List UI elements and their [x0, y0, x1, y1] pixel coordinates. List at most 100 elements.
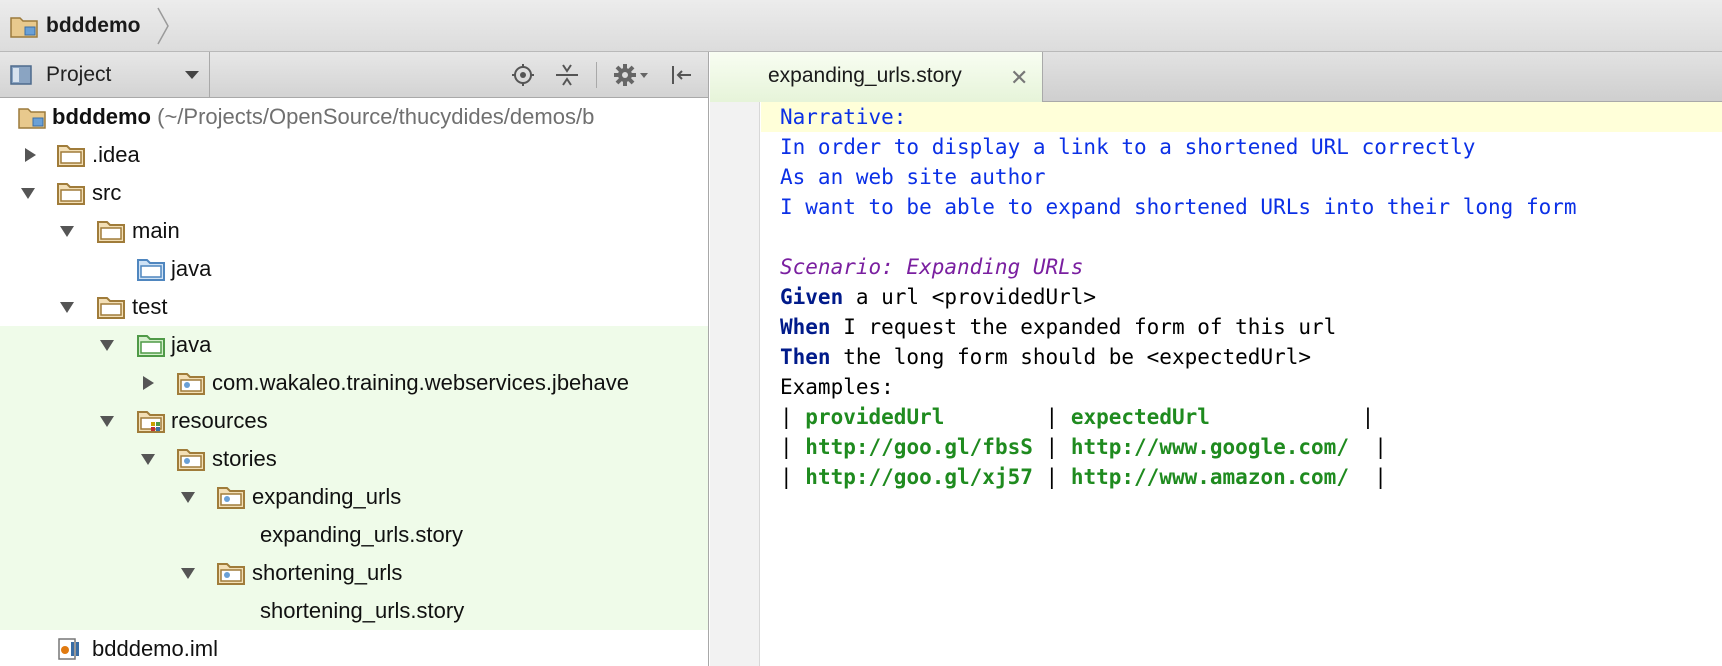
project-folder-icon	[18, 108, 46, 129]
tree-item-label: bdddemo.iml	[92, 636, 218, 661]
table-cell: http://goo.gl/xj57	[805, 465, 1033, 489]
package-icon	[217, 563, 245, 585]
tree-item-resources[interactable]: resources	[0, 402, 708, 440]
tree-item-label: src	[92, 180, 122, 205]
settings-icon	[614, 64, 648, 86]
tree-item-test-java[interactable]: java	[0, 326, 708, 364]
folder-icon	[57, 145, 85, 167]
keyword-when: When	[780, 315, 831, 339]
tree-item-iml[interactable]: bdddemo.iml	[0, 630, 708, 666]
step-text: I request the expanded form of this url	[830, 315, 1337, 339]
breadcrumb-project[interactable]: bdddemo	[10, 10, 141, 42]
code-line-when: When I request the expanded form of this…	[780, 312, 1336, 342]
code-editor[interactable]: Narrative: In order to display a link to…	[761, 102, 1722, 666]
tree-item-shortening-story[interactable]: shortening_urls.story	[0, 592, 708, 630]
package-icon	[177, 373, 205, 395]
tree-item-label: test	[132, 294, 168, 319]
code-line-then: Then the long form should be <expectedUr…	[780, 342, 1311, 372]
project-view-icon	[10, 64, 32, 85]
code-line-narrative-3: As an web site author	[780, 165, 1046, 189]
dropdown-arrow-icon	[185, 71, 199, 79]
tree-item-label: java	[171, 256, 212, 281]
tree-item-package[interactable]: com.wakaleo.training.webservices.jbehave	[0, 364, 708, 402]
table-cell: http://www.amazon.com/	[1070, 465, 1349, 489]
navigation-bar: bdddemo	[0, 0, 1722, 52]
tree-item-test[interactable]: test	[0, 288, 708, 326]
locate-file-button[interactable]	[509, 61, 537, 89]
module-file-icon	[58, 638, 79, 660]
table-cell: http://www.google.com/	[1070, 435, 1349, 459]
header-divider	[596, 62, 597, 88]
tree-item-expanding-story[interactable]: expanding_urls.story	[0, 516, 708, 554]
tab-label: expanding_urls.story	[768, 64, 962, 87]
code-line-narrative-4: I want to be able to expand shortened UR…	[780, 195, 1577, 219]
editor-gutter	[710, 102, 760, 666]
collapse-arrow-icon[interactable]	[180, 489, 196, 505]
tree-root-path: (~/Projects/OpenSource/thucydides/demos/…	[157, 104, 595, 129]
locate-icon	[512, 64, 534, 86]
code-line-scenario: Scenario: Expanding URLs	[780, 255, 1084, 279]
tree-item-label: java	[171, 332, 212, 357]
collapse-arrow-icon[interactable]	[20, 185, 36, 201]
keyword-then: Then	[780, 345, 831, 369]
step-text: the long form should be <expectedUrl>	[830, 345, 1312, 369]
collapse-all-button[interactable]	[553, 61, 581, 89]
step-text: a url <providedUrl>	[843, 285, 1097, 309]
expand-arrow-icon[interactable]	[140, 375, 156, 391]
collapse-arrow-icon[interactable]	[180, 565, 196, 581]
hide-icon	[672, 66, 691, 84]
folder-icon	[97, 297, 125, 319]
breadcrumb-label: bdddemo	[46, 14, 141, 37]
tree-item-label: stories	[212, 446, 277, 471]
package-icon	[177, 449, 205, 471]
settings-button[interactable]	[612, 61, 652, 89]
tree-item-label: shortening_urls	[252, 560, 403, 585]
tree-item-shortening-urls[interactable]: shortening_urls	[0, 554, 708, 592]
tree-item-label: expanding_urls	[252, 484, 402, 509]
project-view-label: Project	[46, 62, 112, 86]
tab-expanding-urls-story[interactable]: expanding_urls.story ✕	[710, 52, 1043, 102]
tree-item-main-java[interactable]: java	[0, 250, 708, 288]
folder-icon	[97, 221, 125, 243]
tree-item-root[interactable]: bdddemo (~/Projects/OpenSource/thucydide…	[0, 98, 708, 136]
source-folder-icon	[137, 259, 165, 281]
table-header-cell: providedUrl	[805, 405, 945, 429]
code-line-narrative: Narrative:	[780, 105, 907, 129]
code-line-narrative-2: In order to display a link to a shortene…	[780, 135, 1476, 159]
collapse-arrow-icon[interactable]	[59, 299, 75, 315]
project-tool-window: Project bdddemo (~/Projects/OpenSource/t…	[0, 52, 709, 666]
project-folder-icon	[10, 17, 38, 38]
tree-item-main[interactable]: main	[0, 212, 708, 250]
tree-item-label: .idea	[92, 142, 140, 167]
collapse-arrow-icon[interactable]	[140, 451, 156, 467]
examples-table-header: | providedUrl | expectedUrl |	[780, 405, 1375, 429]
collapse-all-icon	[556, 64, 578, 86]
test-source-folder-icon	[137, 335, 165, 357]
tree-item-label: resources	[171, 408, 268, 433]
editor-tab-bar: expanding_urls.story ✕	[710, 52, 1722, 102]
tree-item-idea[interactable]: .idea	[0, 136, 708, 174]
expand-arrow-icon[interactable]	[22, 147, 38, 163]
code-line-given: Given a url <providedUrl>	[780, 282, 1096, 312]
table-cell: http://goo.gl/fbsS	[805, 435, 1033, 459]
collapse-arrow-icon[interactable]	[59, 223, 75, 239]
keyword-given: Given	[780, 285, 844, 309]
tree-item-label: expanding_urls.story	[260, 522, 464, 547]
project-tree: bdddemo (~/Projects/OpenSource/thucydide…	[0, 98, 708, 666]
editor-area: expanding_urls.story ✕ Narrative: In ord…	[710, 52, 1722, 666]
hide-panel-button[interactable]	[667, 61, 695, 89]
tree-item-stories[interactable]: stories	[0, 440, 708, 478]
project-panel-header: Project	[0, 52, 708, 98]
project-view-selector[interactable]: Project	[0, 52, 210, 97]
resources-folder-icon	[137, 411, 165, 433]
tree-item-src[interactable]: src	[0, 174, 708, 212]
code-line-examples: Examples:	[780, 375, 894, 399]
breadcrumb-chevron-icon	[157, 7, 169, 45]
close-icon[interactable]: ✕	[1010, 65, 1028, 91]
tree-item-expanding-urls[interactable]: expanding_urls	[0, 478, 708, 516]
collapse-arrow-icon[interactable]	[99, 413, 115, 429]
tree-item-label: shortening_urls.story	[260, 598, 465, 623]
collapse-arrow-icon[interactable]	[99, 337, 115, 353]
folder-icon	[57, 183, 85, 205]
package-icon	[217, 487, 245, 509]
